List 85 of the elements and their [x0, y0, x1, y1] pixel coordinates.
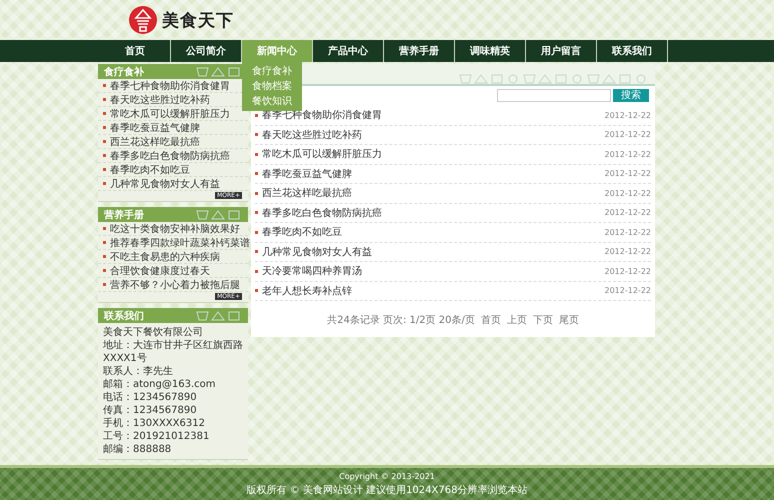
logo-text: 美食天下 [162, 10, 234, 32]
bullet-icon [103, 182, 106, 185]
contact-line: 邮箱：atong@163.com [102, 378, 216, 391]
article-date: 2012-12-22 [604, 208, 651, 218]
article-date: 2012-12-22 [604, 130, 651, 140]
nav-link[interactable]: 产品中心 [313, 40, 383, 62]
article-link[interactable]: 春季多吃白色食物防病抗癌 [255, 206, 382, 220]
bullet-icon [103, 112, 106, 115]
article-date: 2012-12-22 [604, 286, 651, 296]
page-link[interactable]: 下页 [532, 313, 553, 327]
article-link[interactable]: 春天吃这些胜过吃补药 [255, 128, 362, 142]
nav-link[interactable]: 营养手册 [384, 40, 454, 62]
sidebar-link[interactable]: 春季多吃白色食物防病抗癌 [98, 149, 248, 163]
sidebar-link[interactable]: 合理饮食健康度过春天 [98, 264, 248, 278]
article-link[interactable]: 几种常见食物对女人有益 [255, 244, 372, 259]
sidebar-link[interactable]: 吃这十类食物安神补脑效果好 [98, 222, 248, 236]
page-link[interactable]: 首页 [480, 313, 501, 327]
bullet-icon [255, 152, 258, 156]
panel-title: 营养手册 [104, 208, 144, 222]
search-button[interactable]: 搜索 [613, 89, 649, 102]
bullet-icon [255, 172, 258, 176]
bullet-icon [103, 227, 106, 230]
nav-link[interactable]: 调味精英 [455, 40, 525, 62]
bullet-icon [103, 241, 106, 244]
article-link[interactable]: 春季吃蚕豆益气健脾 [255, 166, 352, 181]
article-date: 2012-12-22 [604, 188, 651, 198]
article-link[interactable]: 老年人想长寿补点锌 [255, 284, 352, 298]
sidebar-link[interactable]: 几种常见食物对女人有益 [98, 177, 248, 191]
bullet-icon [103, 255, 106, 258]
contact-line: 电话：1234567890 [102, 391, 198, 404]
bullet-icon [255, 250, 258, 254]
article-date: 2012-12-22 [604, 150, 651, 159]
bullet-icon [255, 270, 258, 273]
logo-icon [128, 5, 158, 35]
sidebar-link[interactable]: 常吃木瓜可以缓解肝脏压力 [98, 107, 248, 121]
nav-link[interactable]: 用户留言 [526, 40, 596, 62]
bullet-icon [103, 168, 106, 171]
bullet-icon [255, 114, 258, 117]
copyright-text: Copyright © 2013-2021 [339, 472, 435, 480]
bullet-icon [103, 98, 106, 101]
bullet-icon [103, 84, 106, 87]
contact-line: 工号：201921012381 [102, 430, 210, 443]
article-link[interactable]: 西兰花这样吃最抗癌 [255, 186, 352, 200]
contact-line: 美食天下餐饮有限公司 [102, 326, 204, 339]
bullet-icon [255, 192, 258, 195]
bullet-icon [103, 140, 106, 143]
sidebar-link[interactable]: 春天吃这些胜过吃补药 [98, 93, 248, 107]
contact-line: 手机：130XXXX6312 [102, 417, 206, 430]
sidebar-link[interactable]: 西兰花这样吃最抗癌 [98, 135, 248, 149]
search-field[interactable] [497, 89, 611, 102]
contact-line: 邮编：888888 [102, 443, 172, 456]
sidebar-link[interactable]: 推荐春季四款绿叶蔬菜补钙菜谱 [98, 236, 248, 250]
nav-link[interactable]: 首页 [100, 40, 170, 62]
nav-link[interactable]: 联系我们 [597, 40, 667, 62]
bullet-icon [255, 211, 258, 214]
bullet-icon [103, 269, 106, 272]
bullet-icon [255, 230, 258, 234]
sidebar-link[interactable]: 营养不够？小心着力被拖后腿 [98, 278, 248, 292]
article-date: 2012-12-22 [604, 266, 651, 276]
bullet-icon [103, 154, 106, 157]
article-link[interactable]: 常吃木瓜可以缓解肝脏压力 [255, 147, 382, 162]
sidebar-link[interactable]: 春季吃蚕豆益气健脾 [98, 121, 248, 135]
page-link[interactable]: 上页 [506, 313, 527, 327]
contact-line: 地址：大连市甘井子区红旗西路XXXX1号 [102, 339, 244, 365]
panel-title: 食疗食补 [104, 65, 144, 78]
bullet-icon [255, 133, 258, 136]
nav-link[interactable]: 公司简介 [171, 40, 241, 62]
sidebar-link[interactable]: 春季七种食物助你消食健胃 [98, 79, 248, 93]
article-date: 2012-12-22 [604, 228, 651, 237]
article-date: 2012-12-22 [604, 247, 651, 256]
panel-title: 联系我们 [104, 310, 144, 322]
sidebar-link[interactable]: 不吃主食易患的六种疾病 [98, 250, 248, 264]
article-date: 2012-12-22 [604, 169, 651, 178]
article-date: 2012-12-22 [604, 110, 651, 120]
pagination-summary: 共24条记录 页次: 1/2页 20条/页 [327, 314, 475, 327]
contact-line: 传真：1234567890 [102, 404, 198, 417]
sidebar-link[interactable]: 春季吃肉不如吃豆 [98, 163, 248, 177]
contact-line: 联系人：李先生 [102, 365, 174, 378]
bullet-icon [103, 126, 106, 129]
page-link[interactable]: 尾页 [558, 313, 579, 327]
footer-note: 版权所有 © 美食网站设计 建议使用1024X768分辨率浏览本站 [246, 484, 528, 496]
bullet-icon [255, 289, 258, 292]
bullet-icon [103, 283, 106, 286]
article-link[interactable]: 春季吃肉不如吃豆 [255, 225, 342, 240]
article-link[interactable]: 天冷要常喝四种养胃汤 [255, 264, 362, 278]
